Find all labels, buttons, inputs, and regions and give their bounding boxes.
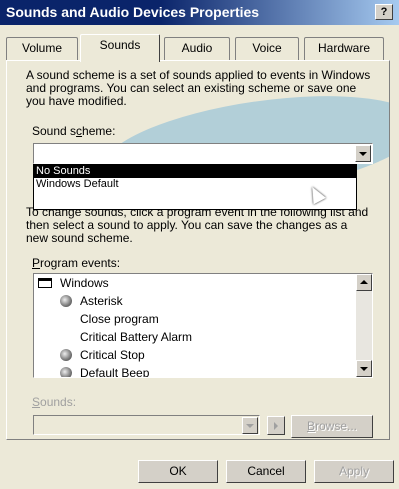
chevron-down-icon [359, 152, 367, 156]
sounds-audio-properties-dialog: Sounds and Audio Devices Properties ? Vo… [0, 0, 399, 489]
cancel-button[interactable]: Cancel [226, 460, 306, 483]
list-item-critical-battery-alarm[interactable]: Critical Battery Alarm [34, 328, 372, 346]
speaker-icon [60, 367, 72, 377]
tab-label: Sounds [99, 38, 141, 52]
sound-scheme-dropdown-list: No Sounds Windows Default [33, 164, 357, 210]
list-item-default-beep[interactable]: Default Beep [34, 364, 372, 377]
speaker-icon [60, 295, 72, 307]
list-item-close-program[interactable]: Close program [34, 310, 372, 328]
event-instructions: To change sounds, click a program event … [26, 205, 369, 245]
help-icon: ? [380, 6, 388, 18]
window-icon [38, 278, 52, 288]
help-button[interactable]: ? [375, 4, 393, 20]
scheme-option-no-sounds[interactable]: No Sounds [34, 165, 356, 178]
tab-label: Voice [252, 41, 282, 55]
ok-button[interactable]: OK [138, 460, 218, 483]
browse-button[interactable]: Browse... [291, 415, 373, 438]
play-icon [274, 422, 278, 430]
apply-button[interactable]: Apply [314, 460, 394, 483]
tab-hardware[interactable]: Hardware [304, 37, 384, 61]
play-sound-button[interactable] [267, 416, 285, 435]
program-events-label: Program events: [32, 256, 121, 270]
tab-label: Audio [181, 41, 213, 55]
sounds-dropdown-button[interactable] [242, 417, 258, 434]
sound-scheme-label: Sound scheme: [32, 124, 116, 138]
sound-scheme-value [34, 147, 37, 159]
scroll-up-button[interactable] [356, 274, 372, 291]
list-item-windows[interactable]: Windows [34, 274, 372, 292]
tab-label: Hardware [317, 41, 371, 55]
program-events-list[interactable]: Windows Asterisk Close program Critical … [33, 273, 373, 378]
window-title: Sounds and Audio Devices Properties [6, 4, 260, 20]
tab-label: Volume [21, 41, 63, 55]
chevron-down-icon [360, 367, 368, 371]
sounds-label: Sounds: [32, 395, 77, 409]
title-bar: Sounds and Audio Devices Properties ? [0, 0, 399, 25]
chevron-up-icon [360, 280, 368, 284]
tab-voice[interactable]: Voice [235, 37, 299, 61]
sound-scheme-combobox[interactable] [33, 143, 373, 164]
list-item-critical-stop[interactable]: Critical Stop [34, 346, 372, 364]
tab-sounds[interactable]: Sounds [80, 34, 160, 62]
events-scrollbar[interactable] [356, 274, 372, 377]
sounds-combobox[interactable] [33, 415, 260, 435]
tab-audio[interactable]: Audio [164, 37, 230, 61]
chevron-down-icon [246, 424, 254, 428]
sounds-tab-panel [6, 60, 390, 440]
list-item-asterisk[interactable]: Asterisk [34, 292, 372, 310]
scroll-down-button[interactable] [356, 360, 372, 377]
sound-scheme-dropdown-button[interactable] [355, 145, 371, 162]
scheme-description: A sound scheme is a set of sounds applie… [26, 68, 371, 108]
speaker-icon [60, 349, 72, 361]
tab-volume[interactable]: Volume [6, 37, 78, 61]
